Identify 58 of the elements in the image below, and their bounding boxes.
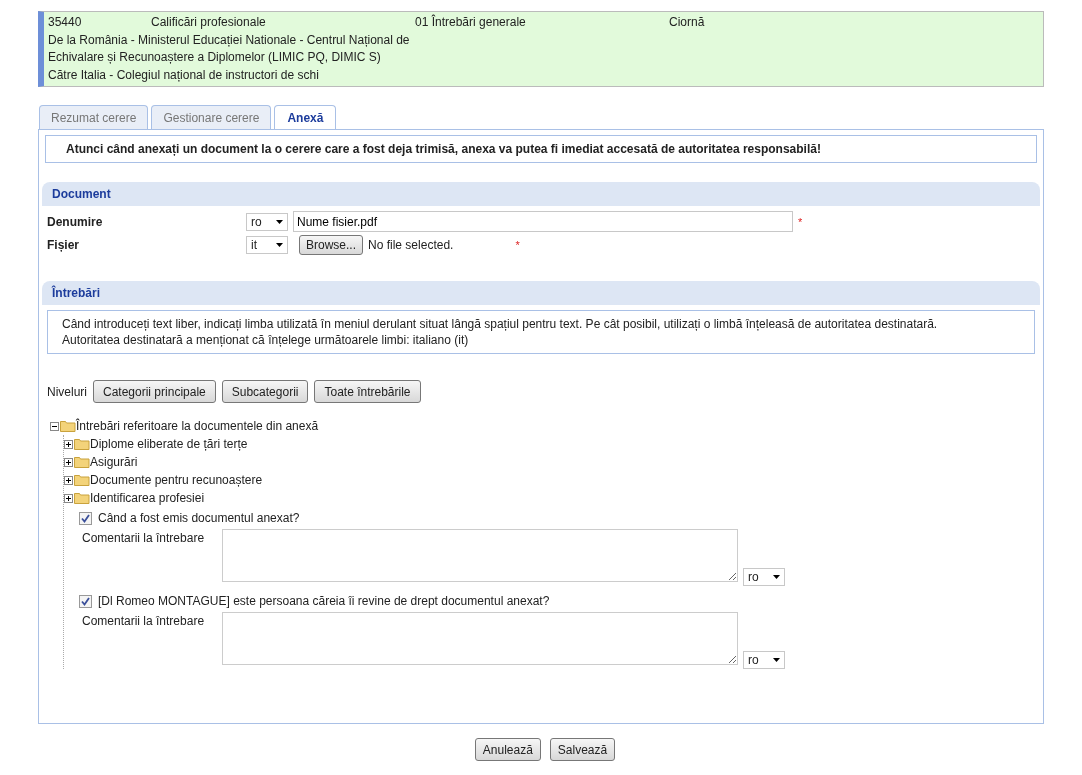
comment-label: Comentarii la întrebare	[82, 530, 206, 547]
caret-icon	[276, 242, 283, 247]
language-select[interactable]: ro	[743, 568, 785, 586]
name-input[interactable]: Nume fisier.pdf	[293, 211, 793, 232]
request-from: De la România - Ministerul Educației Nationale - Centrul Național de Echivalare și Recunoaștere a Diplomelor (LIMIC PQ, DIMIC S)	[48, 31, 410, 66]
browse-button[interactable]: Browse...	[299, 234, 363, 255]
level-button[interactable]: Categorii principale	[93, 380, 216, 403]
required-mark: *	[798, 215, 803, 228]
request-status: Ciornă	[669, 14, 705, 31]
request-to: Către Italia - Colegiul național de instructori de schi	[48, 66, 320, 84]
request-number: 35440	[48, 14, 83, 31]
expand-icon[interactable]	[64, 457, 73, 467]
request-category: Calificări profesionale	[151, 14, 267, 31]
section-header: Întrebări	[42, 281, 1040, 305]
caret-icon	[276, 219, 283, 224]
tab[interactable]: Anexă	[274, 105, 337, 130]
tab[interactable]: Gestionare cerere	[151, 105, 272, 129]
comment-field[interactable]	[222, 612, 738, 665]
tab[interactable]: Rezumat cerere	[39, 105, 149, 129]
levels-label: Niveluri	[47, 384, 87, 399]
folder-icon	[60, 420, 76, 432]
field-label: Fișier	[47, 237, 80, 252]
info-text: Autoritatea destinatară a menționat că înțelege următoarele limbi: italiano (it)	[62, 332, 470, 348]
required-mark: *	[515, 238, 520, 251]
request-stage: 01 Întrebări generale	[415, 14, 527, 31]
footer-button[interactable]: Salvează	[549, 738, 616, 761]
language-select[interactable]: ro	[246, 212, 288, 231]
expand-icon[interactable]	[64, 439, 73, 449]
folder-icon	[74, 456, 90, 468]
question-text: Când a fost emis documentul anexat?	[98, 510, 300, 527]
comment-label: Comentarii la întrebare	[82, 613, 206, 630]
notice-message: Atunci când anexați un document la o cerere care a fost deja trimisă, anexa va putea fi imediat accesată de autoritatea responsabilă!	[45, 135, 1037, 163]
tree-item[interactable]: Asigurări	[90, 453, 138, 471]
caret-icon	[773, 575, 780, 579]
comment-field[interactable]	[222, 529, 738, 582]
tree-item[interactable]: Diplome eliberate de țări terțe	[90, 435, 248, 453]
folder-icon	[74, 438, 90, 450]
folder-icon	[74, 492, 90, 504]
tree-item[interactable]: Documente pentru recunoaștere	[90, 471, 263, 489]
language-select[interactable]: it	[246, 235, 288, 254]
folder-icon	[74, 474, 90, 486]
info-text: Când introduceți text liber, indicați limba utilizată în meniul derulant situat lângă spațiul pentru text. Pe cât posibil, utilizați o limbă înțeleasă de autoritatea destinatară.	[62, 316, 939, 332]
language-select[interactable]: ro	[743, 651, 785, 669]
footer-button[interactable]: Anulează	[474, 738, 541, 761]
expand-icon[interactable]	[64, 493, 73, 503]
question-text: [Dl Romeo MONTAGUE] este persoana căreia îi revine de drept documentul anexat?	[98, 593, 550, 610]
file-status: No file selected.	[368, 237, 454, 252]
collapse-icon[interactable]	[50, 421, 59, 431]
caret-icon	[773, 658, 780, 662]
expand-icon[interactable]	[64, 475, 73, 485]
tree-item[interactable]: Întrebări referitoare la documentele din anexă	[76, 417, 319, 435]
checkbox[interactable]	[79, 511, 92, 525]
level-button[interactable]: Toate întrebările	[314, 380, 421, 403]
field-label: Denumire	[47, 214, 104, 229]
tree-item[interactable]: Identificarea profesiei	[90, 489, 205, 507]
level-button[interactable]: Subcategorii	[221, 380, 309, 403]
section-header: Document	[42, 182, 1040, 206]
checkbox[interactable]	[79, 594, 92, 608]
